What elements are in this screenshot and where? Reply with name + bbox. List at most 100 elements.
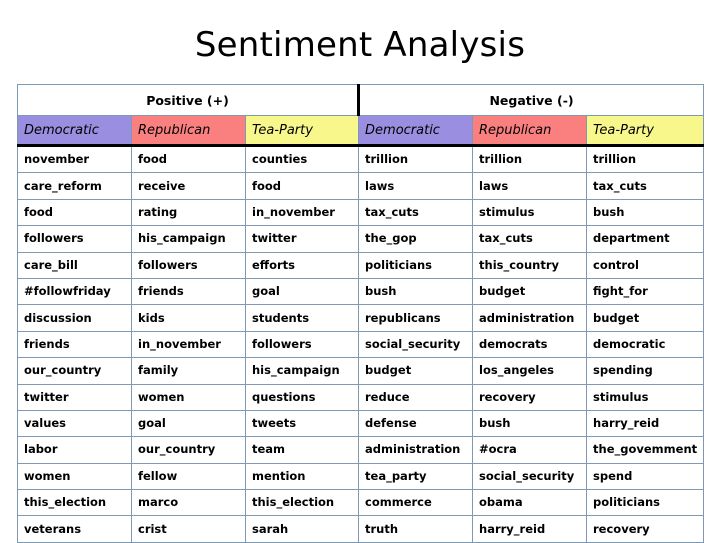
term-cell: twitter <box>244 225 360 253</box>
table-row: discussion kids students republicans adminis… <box>17 304 705 332</box>
table-row: labor our_country team administration #ocra t… <box>17 436 705 464</box>
table-row: twitter women questions reduce recovery stimu… <box>17 383 705 411</box>
polarity-header-cell: Positive (+) <box>16 84 361 116</box>
term-cell: bush <box>358 277 474 306</box>
term-cell: administration <box>358 436 474 464</box>
table-row: friends in_november followers social_securi… <box>17 330 705 359</box>
term-cell: administration <box>472 304 588 332</box>
term-cell: students <box>244 304 360 332</box>
term-cell: control <box>586 251 705 279</box>
term-cell: marco <box>131 489 246 517</box>
term-cell: our_country <box>17 357 132 385</box>
table-row: followers his_campaign twitter the_gop tax_c… <box>17 225 705 253</box>
term-cell: counties <box>244 144 360 174</box>
term-cell: this_election <box>244 489 360 517</box>
term-cell: care_reform <box>17 172 132 200</box>
term-cell: food <box>131 144 246 174</box>
table-row: november food counties trillion trillion tril… <box>17 144 705 174</box>
term-cell: women <box>17 462 132 491</box>
term-cell: politicians <box>358 251 474 279</box>
term-cell: friends <box>131 277 246 306</box>
term-cell: sarah <box>244 515 360 543</box>
term-cell: tea_party <box>358 462 474 491</box>
term-cell: stimulus <box>586 383 705 411</box>
term-cell: tweets <box>244 409 360 438</box>
term-cell: efforts <box>244 251 360 279</box>
term-cell: #ocra <box>472 436 588 464</box>
party-header-positive-democratic: Democratic <box>17 115 132 147</box>
term-cell: laws <box>472 172 588 200</box>
term-cell: social_security <box>358 330 474 359</box>
term-cell: tax_cuts <box>586 172 705 200</box>
term-cell: los_angeles <box>472 357 588 385</box>
term-cell: #followfriday <box>17 277 132 306</box>
term-cell: his_campaign <box>244 357 360 385</box>
page-title: Sentiment Analysis <box>194 25 526 65</box>
term-cell: reduce <box>358 383 474 411</box>
term-cell: this_country <box>472 251 588 279</box>
term-cell: discussion <box>17 304 132 332</box>
term-cell: laws <box>358 172 474 200</box>
table-row: this_election marco this_election commerce o… <box>17 489 705 517</box>
term-cell: twitter <box>17 383 132 411</box>
term-cell: department <box>586 225 705 253</box>
term-cell: the_govemment <box>586 436 705 464</box>
table-row: food rating in_november tax_cuts stimulus bus… <box>17 198 705 227</box>
term-cell: republicans <box>358 304 474 332</box>
term-cell: obama <box>472 489 588 517</box>
term-cell: rating <box>131 198 246 227</box>
term-cell: recovery <box>586 515 705 543</box>
term-cell: our_country <box>131 436 246 464</box>
table-row: veterans crist sarah truth harry_reid recover… <box>17 515 705 543</box>
term-cell: team <box>244 436 360 464</box>
term-cell: truth <box>358 515 474 543</box>
sentiment-table: Positive (+) Negative (-) Democratic Republ… <box>16 84 705 543</box>
term-cell: his_campaign <box>131 225 246 253</box>
table-row: values goal tweets defense bush harry_reid <box>17 409 705 438</box>
term-cell: november <box>17 144 132 174</box>
term-cell: social_security <box>472 462 588 491</box>
term-cell: politicians <box>586 489 705 517</box>
polarity-header-cell: Negative (-) <box>358 84 705 116</box>
party-header-row: Democratic Republican Tea-Party Democratic R… <box>17 115 705 147</box>
term-cell: veterans <box>17 515 132 543</box>
term-cell: democrats <box>472 330 588 359</box>
term-cell: followers <box>244 330 360 359</box>
term-cell: this_election <box>17 489 132 517</box>
term-cell: trillion <box>358 144 474 174</box>
term-cell: women <box>131 383 246 411</box>
term-cell: harry_reid <box>586 409 705 438</box>
term-cell: followers <box>17 225 132 253</box>
table-row: our_country family his_campaign budget los_a… <box>17 357 705 385</box>
party-header-positive-tea_party: Tea-Party <box>244 115 360 147</box>
term-cell: fight_for <box>586 277 705 306</box>
party-header-negative-tea_party: Tea-Party <box>586 115 705 147</box>
term-cell: questions <box>244 383 360 411</box>
table-row: women fellow mention tea_party social_securi… <box>17 462 705 491</box>
term-cell: harry_reid <box>472 515 588 543</box>
table-row: care_reform receive food laws laws tax_cuts <box>17 172 705 200</box>
party-header-positive-republican: Republican <box>131 115 246 147</box>
term-cell: in_november <box>244 198 360 227</box>
term-cell: labor <box>17 436 132 464</box>
term-cell: trillion <box>472 144 588 174</box>
table-row: care_bill followers efforts politicians this… <box>17 251 705 279</box>
sentiment-table-container: Positive (+) Negative (-) Democratic Republ… <box>16 84 705 543</box>
term-cell: trillion <box>586 144 705 174</box>
term-cell: crist <box>131 515 246 543</box>
term-cell: recovery <box>472 383 588 411</box>
table-row: #followfriday friends goal bush budget fight_… <box>17 277 705 306</box>
term-cell: stimulus <box>472 198 588 227</box>
term-cell: spending <box>586 357 705 385</box>
term-cell: receive <box>131 172 246 200</box>
term-cell: care_bill <box>17 251 132 279</box>
term-cell: budget <box>472 277 588 306</box>
term-cell: in_november <box>131 330 246 359</box>
term-cell: fellow <box>131 462 246 491</box>
term-cell: friends <box>17 330 132 359</box>
term-cell: bush <box>586 198 705 227</box>
term-cell: family <box>131 357 246 385</box>
term-cell: food <box>244 172 360 200</box>
term-cell: budget <box>358 357 474 385</box>
term-cell: commerce <box>358 489 474 517</box>
